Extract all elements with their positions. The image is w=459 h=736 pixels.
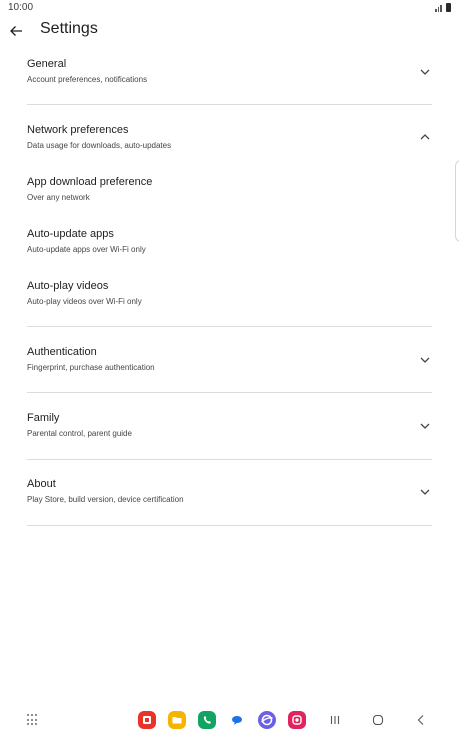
status-time: 10:00 — [8, 2, 34, 13]
section-title: About — [27, 478, 56, 490]
recents-icon — [330, 716, 340, 724]
setting-value: Auto-update apps over Wi-Fi only — [27, 245, 146, 254]
setting-value: Over any network — [27, 193, 90, 202]
home-button[interactable] — [371, 713, 385, 727]
folder-icon[interactable] — [168, 711, 186, 729]
back-button[interactable] — [6, 21, 26, 41]
setting-auto-update-apps[interactable]: Auto-update apps Auto-update apps over W… — [0, 226, 459, 266]
section-title: Family — [27, 412, 60, 424]
section-subtitle: Fingerprint, purchase authentication — [27, 363, 155, 372]
chevron-down-icon[interactable] — [418, 419, 432, 433]
setting-title: Auto-play videos — [27, 280, 109, 292]
status-icons — [435, 3, 451, 12]
setting-auto-play-videos[interactable]: Auto-play videos Auto-play videos over W… — [0, 278, 459, 318]
section-subtitle: Account preferences, notifications — [27, 75, 148, 84]
section-about[interactable]: About Play Store, build version, device … — [0, 476, 459, 516]
section-general[interactable]: General Account preferences, notificatio… — [0, 56, 459, 104]
chevron-down-icon[interactable] — [418, 65, 432, 79]
navigation-bar — [0, 704, 459, 736]
section-authentication[interactable]: Authentication Fingerprint, purchase aut… — [0, 344, 459, 384]
section-title: General — [27, 58, 67, 70]
chevron-down-icon[interactable] — [418, 353, 432, 367]
phone-icon[interactable] — [198, 711, 216, 729]
page-title: Settings — [40, 20, 98, 37]
chevron-up-icon[interactable] — [418, 130, 432, 144]
status-bar: 10:00 — [0, 0, 459, 16]
camera-icon[interactable] — [288, 711, 306, 729]
section-title: Network preferences — [27, 124, 129, 136]
divider — [27, 326, 432, 327]
divider — [27, 104, 432, 105]
section-subtitle: Parental control, parent guide — [27, 429, 132, 438]
recents-button[interactable] — [328, 713, 342, 727]
arrow-left-icon — [10, 26, 22, 36]
edge-panel-handle[interactable] — [455, 160, 459, 242]
app-bar: Settings — [0, 16, 459, 44]
divider — [27, 459, 432, 460]
setting-title: Auto-update apps — [27, 228, 114, 240]
battery-icon — [446, 3, 451, 12]
setting-value: Auto-play videos over Wi-Fi only — [27, 297, 142, 306]
app-red-icon[interactable] — [138, 711, 156, 729]
section-title: Authentication — [27, 346, 97, 358]
back-icon — [417, 715, 424, 725]
section-network-preferences[interactable]: Network preferences Data usage for downl… — [0, 122, 459, 158]
setting-app-download-preference[interactable]: App download preference Over any network — [0, 174, 459, 214]
messages-icon[interactable] — [228, 711, 246, 729]
signal-icon — [435, 4, 444, 12]
section-subtitle: Data usage for downloads, auto-updates — [27, 141, 172, 150]
setting-title: App download preference — [27, 176, 153, 188]
section-family[interactable]: Family Parental control, parent guide — [0, 410, 459, 450]
divider — [27, 392, 432, 393]
nav-back-button[interactable] — [414, 713, 428, 727]
chevron-down-icon[interactable] — [418, 485, 432, 499]
apps-grid-icon[interactable] — [27, 714, 39, 726]
browser-icon[interactable] — [258, 711, 276, 729]
section-subtitle: Play Store, build version, device certif… — [27, 495, 184, 504]
divider — [27, 525, 432, 526]
home-icon — [372, 714, 384, 726]
